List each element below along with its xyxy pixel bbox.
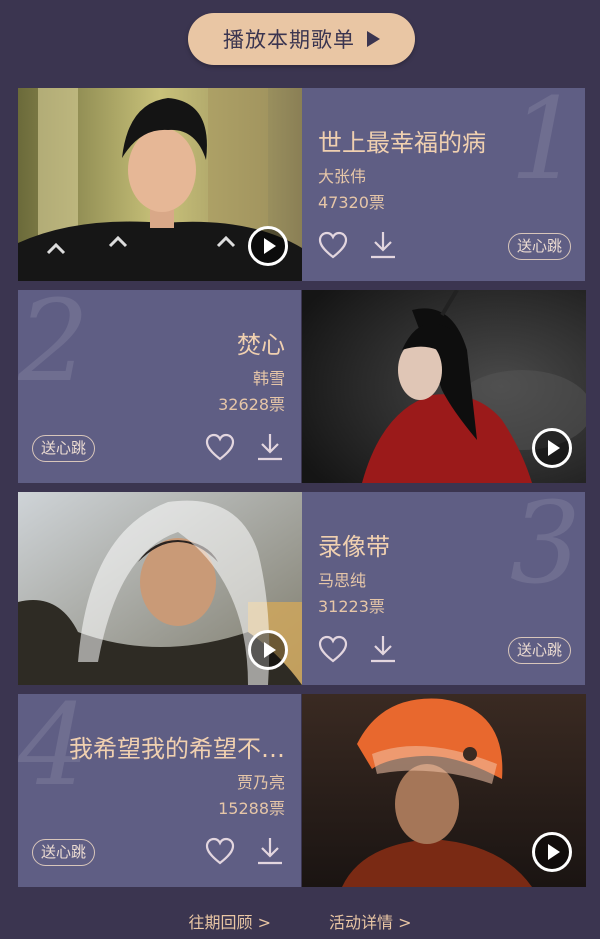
download-button[interactable] (255, 836, 285, 866)
like-button[interactable] (205, 836, 235, 866)
play-all-button[interactable]: 播放本期歌单 (188, 13, 415, 65)
download-icon (258, 838, 282, 865)
song-info-panel-3: 3 录像带 马思纯 31223票 送心跳 (302, 492, 585, 685)
rank-number: 1 (509, 88, 581, 205)
song-title: 世上最幸福的病 (318, 129, 486, 157)
play-button-2[interactable] (532, 428, 572, 468)
heart-icon (318, 635, 348, 663)
play-icon (264, 642, 276, 658)
download-icon (371, 232, 395, 259)
play-all-label: 播放本期歌单 (223, 28, 355, 52)
send-heartbeat-button[interactable]: 送心跳 (507, 233, 571, 260)
song-card-4: 4 我希望我的希望不… 贾乃亮 15288票 送心跳 (18, 694, 586, 887)
download-button[interactable] (255, 432, 285, 462)
rank-number: 3 (509, 492, 581, 609)
like-button[interactable] (205, 432, 235, 462)
song-artist: 韩雪 (252, 369, 285, 388)
vote-count: 15288票 (218, 799, 285, 818)
song-card-2: 2 焚心 韩雪 32628票 送心跳 (18, 290, 586, 483)
footer-links: 往期回顾 > 活动详情 > (0, 909, 600, 933)
download-icon (371, 636, 395, 663)
play-icon (548, 440, 560, 456)
song-card-1: 1 世上最幸福的病 大张伟 47320票 送心跳 (18, 88, 585, 281)
download-button[interactable] (368, 634, 398, 664)
song-actions (318, 634, 398, 664)
download-icon (258, 434, 282, 461)
song-info-panel-1: 1 世上最幸福的病 大张伟 47320票 送心跳 (302, 88, 585, 281)
vote-count: 47320票 (318, 193, 385, 212)
song-title: 焚心 (237, 331, 285, 359)
song-thumbnail-3[interactable] (18, 492, 302, 685)
song-artist: 马思纯 (318, 571, 367, 590)
song-thumbnail-1[interactable] (18, 88, 302, 281)
song-actions (205, 836, 285, 866)
heart-icon (205, 433, 235, 461)
song-title: 录像带 (318, 533, 390, 561)
song-thumbnail-2[interactable] (302, 290, 586, 483)
song-title: 我希望我的希望不… (69, 735, 285, 763)
send-heartbeat-button[interactable]: 送心跳 (32, 435, 96, 462)
play-button-1[interactable] (248, 226, 288, 266)
vote-count: 31223票 (318, 597, 385, 616)
past-review-link[interactable]: 往期回顾 > (189, 909, 272, 933)
send-heartbeat-button[interactable]: 送心跳 (507, 637, 571, 664)
song-card-3: 3 录像带 马思纯 31223票 送心跳 (18, 492, 585, 685)
like-button[interactable] (318, 230, 348, 260)
song-thumbnail-4[interactable] (302, 694, 586, 887)
play-icon (548, 844, 560, 860)
play-button-4[interactable] (532, 832, 572, 872)
play-button-3[interactable] (248, 630, 288, 670)
like-button[interactable] (318, 634, 348, 664)
song-info-panel-2: 2 焚心 韩雪 32628票 送心跳 (18, 290, 301, 483)
song-artist: 大张伟 (318, 167, 367, 186)
rank-number: 2 (18, 290, 90, 407)
play-triangle-icon (367, 31, 380, 47)
song-actions (205, 432, 285, 462)
song-artist: 贾乃亮 (236, 773, 285, 792)
heart-icon (318, 231, 348, 259)
play-icon (264, 238, 276, 254)
activity-details-link[interactable]: 活动详情 > (329, 909, 412, 933)
heart-icon (205, 837, 235, 865)
send-heartbeat-button[interactable]: 送心跳 (32, 839, 96, 866)
song-info-panel-4: 4 我希望我的希望不… 贾乃亮 15288票 送心跳 (18, 694, 301, 887)
song-actions (318, 230, 398, 260)
download-button[interactable] (368, 230, 398, 260)
vote-count: 32628票 (218, 395, 285, 414)
